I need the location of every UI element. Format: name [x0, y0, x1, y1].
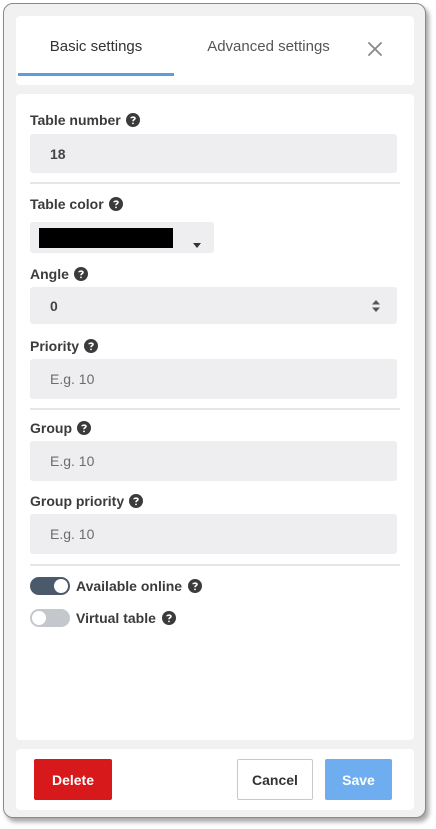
divider: [30, 564, 400, 566]
delete-button[interactable]: Delete: [34, 759, 112, 800]
color-swatch: [39, 228, 173, 248]
group-priority-input[interactable]: E.g. 10: [30, 514, 397, 554]
angle-value: 0: [50, 297, 58, 314]
available-online-row: Available online: [30, 577, 203, 595]
group-placeholder: E.g. 10: [50, 453, 95, 469]
cancel-button[interactable]: Cancel: [237, 759, 313, 800]
table-color-picker[interactable]: [30, 222, 214, 253]
priority-label-text: Priority: [30, 338, 80, 354]
sort-icon[interactable]: [371, 299, 381, 313]
group-priority-label-text: Group priority: [30, 493, 125, 509]
available-online-label: Available online: [76, 578, 183, 594]
table-color-label-text: Table color: [30, 196, 104, 212]
toggle-knob: [32, 611, 46, 625]
footer-actions: Delete Cancel Save: [16, 749, 414, 810]
group-label-text: Group: [30, 420, 72, 436]
divider: [30, 182, 400, 184]
help-icon[interactable]: [161, 611, 176, 625]
help-icon[interactable]: [129, 494, 144, 508]
close-icon[interactable]: [366, 40, 384, 58]
group-label: Group: [30, 420, 91, 436]
tab-advanced-settings-label: Advanced settings: [207, 37, 330, 55]
tab-basic-settings[interactable]: Basic settings: [18, 16, 174, 76]
table-number-label: Table number: [30, 112, 140, 128]
active-tab-indicator: [18, 73, 174, 76]
help-icon[interactable]: [77, 421, 91, 435]
help-icon[interactable]: [73, 267, 88, 281]
table-number-input[interactable]: 18: [30, 134, 397, 173]
priority-label: Priority: [30, 338, 99, 354]
basic-settings-form: Table number 18 Table color Angle 0 Prio…: [16, 94, 414, 740]
virtual-table-toggle[interactable]: [30, 609, 70, 627]
divider: [30, 408, 400, 410]
virtual-table-row: Virtual table: [30, 609, 176, 627]
group-input[interactable]: E.g. 10: [30, 441, 397, 481]
tab-advanced-settings[interactable]: Advanced settings: [186, 16, 351, 76]
priority-input[interactable]: E.g. 10: [30, 359, 397, 399]
virtual-table-label: Virtual table: [76, 610, 156, 626]
table-number-value: 18: [50, 145, 66, 162]
angle-input[interactable]: 0: [30, 287, 397, 324]
tab-basic-settings-label: Basic settings: [49, 37, 143, 55]
toggle-knob: [54, 579, 68, 593]
table-number-label-text: Table number: [30, 112, 121, 128]
priority-placeholder: E.g. 10: [50, 371, 95, 387]
save-button[interactable]: Save: [325, 759, 392, 800]
help-icon[interactable]: [108, 197, 123, 211]
help-icon[interactable]: [84, 339, 99, 353]
angle-label: Angle: [30, 266, 88, 282]
angle-label-text: Angle: [30, 266, 69, 282]
help-icon[interactable]: [125, 113, 140, 127]
table-color-label: Table color: [30, 196, 123, 212]
tabs-bar: Basic settings Advanced settings: [16, 16, 414, 85]
available-online-toggle[interactable]: [30, 577, 70, 595]
table-settings-panel: Basic settings Advanced settings Table n…: [3, 3, 426, 818]
group-priority-placeholder: E.g. 10: [50, 526, 95, 542]
help-icon[interactable]: [188, 579, 203, 593]
group-priority-label: Group priority: [30, 493, 144, 509]
caret-down-icon: [193, 235, 201, 248]
